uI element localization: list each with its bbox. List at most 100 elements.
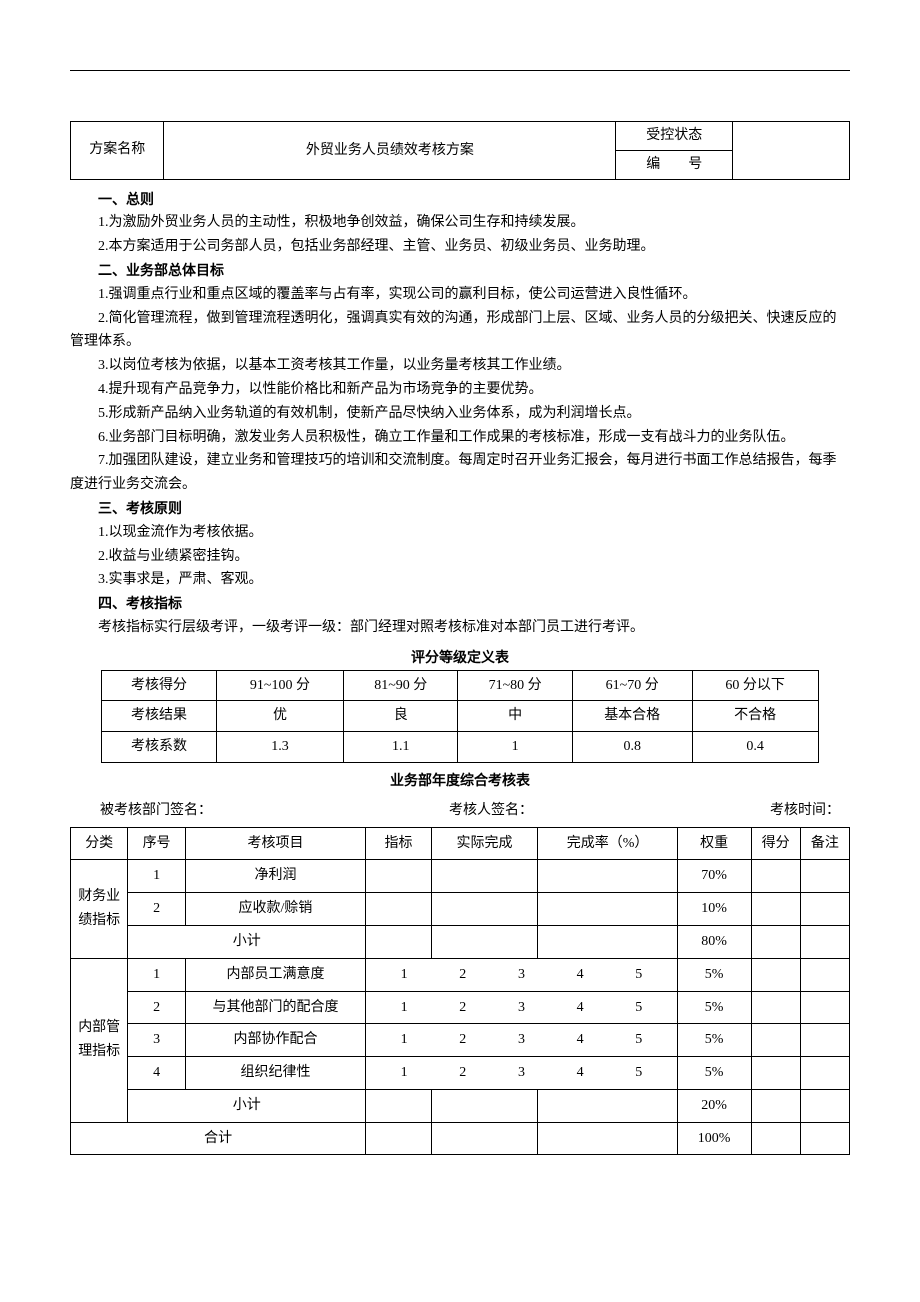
s3-p2: 2.收益与业绩紧密挂钩。: [70, 545, 850, 569]
label-control-status: 受控状态: [616, 122, 733, 151]
rate-cell: [538, 925, 677, 958]
remark-cell: [800, 958, 849, 991]
item: 与其他部门的配合度: [185, 991, 365, 1024]
scale-cell: 1 2 3 4 5: [366, 1024, 678, 1057]
scale-val: 3: [494, 996, 549, 1020]
grade-cell: 1: [458, 732, 572, 763]
actual-cell: [431, 1122, 538, 1155]
indicator-cell: [366, 860, 432, 893]
score-cell: [751, 958, 800, 991]
remark-cell: [800, 1089, 849, 1122]
scale-val: 3: [494, 963, 549, 987]
s2-p4: 4.提升现有产品竞争力，以性能价格比和新产品为市场竞争的主要优势。: [70, 378, 850, 402]
s3-p3: 3.实事求是，严肃、客观。: [70, 568, 850, 592]
scale-val: 4: [553, 996, 608, 1020]
actual-cell: [431, 860, 538, 893]
annual-header-row: 分类 序号 考核项目 指标 实际完成 完成率（%） 权重 得分 备注: [71, 827, 850, 860]
s2-p6: 6.业务部门目标明确，激发业务人员积极性，确立工作量和工作成果的考核标准，形成一…: [70, 426, 850, 450]
table-row: 财务业绩指标 1 净利润 70%: [71, 860, 850, 893]
score-cell: [751, 860, 800, 893]
grade-cell: 基本合格: [572, 701, 692, 732]
grade-row-score-label: 考核得分: [102, 670, 217, 701]
item: 组织纪律性: [185, 1057, 365, 1090]
scale-val: 1: [377, 996, 432, 1020]
s2-p1: 1.强调重点行业和重点区域的覆盖率与占有率，实现公司的赢利目标，使公司运营进入良…: [70, 283, 850, 307]
subtotal-label: 小计: [128, 925, 366, 958]
grade-cell: 优: [216, 701, 343, 732]
section-1-title: 一、总则: [70, 188, 850, 212]
scale-val: 5: [611, 1028, 666, 1052]
indicator-cell: [366, 925, 432, 958]
scale-val: 4: [553, 1061, 608, 1085]
table-row: 内部管理指标 1 内部员工满意度 1 2 3 4 5 5%: [71, 958, 850, 991]
s2-p3: 3.以岗位考核为依据，以基本工资考核其工作量，以业务量考核其工作业绩。: [70, 354, 850, 378]
weight: 5%: [677, 1057, 751, 1090]
grade-cell: 中: [458, 701, 572, 732]
scale-cell: 1 2 3 4 5: [366, 1057, 678, 1090]
grade-cell: 1.1: [344, 732, 458, 763]
actual-cell: [431, 893, 538, 926]
table-row: 3 内部协作配合 1 2 3 4 5 5%: [71, 1024, 850, 1057]
table-row-subtotal: 小计 80%: [71, 925, 850, 958]
grade-cell: 0.8: [572, 732, 692, 763]
hdr-item: 考核项目: [185, 827, 365, 860]
item: 内部员工满意度: [185, 958, 365, 991]
weight: 100%: [677, 1122, 751, 1155]
grade-cell: 91~100 分: [216, 670, 343, 701]
indicator-cell: [366, 1122, 432, 1155]
scale-cell: 1 2 3 4 5: [366, 991, 678, 1024]
weight: 70%: [677, 860, 751, 893]
hdr-indicator: 指标: [366, 827, 432, 860]
rate-cell: [538, 893, 677, 926]
top-rule: [70, 70, 850, 71]
scale-cell: 1 2 3 4 5: [366, 958, 678, 991]
cat2-label: 内部管理指标: [71, 958, 128, 1122]
remark-cell: [800, 991, 849, 1024]
actual-cell: [431, 925, 538, 958]
hdr-category: 分类: [71, 827, 128, 860]
remark-cell: [800, 1122, 849, 1155]
table-row: 4 组织纪律性 1 2 3 4 5 5%: [71, 1057, 850, 1090]
grade-cell: 61~70 分: [572, 670, 692, 701]
s2-p5: 5.形成新产品纳入业务轨道的有效机制，使新产品尽快纳入业务体系，成为利润增长点。: [70, 402, 850, 426]
section-3-title: 三、考核原则: [70, 497, 850, 521]
table-row-total: 合计 100%: [71, 1122, 850, 1155]
grade-row-result: 考核结果 优 良 中 基本合格 不合格: [102, 701, 819, 732]
score-cell: [751, 1122, 800, 1155]
grade-row-score: 考核得分 91~100 分 81~90 分 71~80 分 61~70 分 60…: [102, 670, 819, 701]
scale-val: 3: [494, 1028, 549, 1052]
page-container: 方案名称 外贸业务人员绩效考核方案 受控状态 编 号 一、总则 1.为激励外贸业…: [0, 0, 920, 1215]
control-status-value: [733, 122, 850, 180]
grade-row-coef: 考核系数 1.3 1.1 1 0.8 0.4: [102, 732, 819, 763]
seq: 1: [128, 860, 185, 893]
remark-cell: [800, 925, 849, 958]
scale-val: 4: [553, 1028, 608, 1052]
weight: 5%: [677, 958, 751, 991]
seq: 3: [128, 1024, 185, 1057]
weight: 10%: [677, 893, 751, 926]
header-table: 方案名称 外贸业务人员绩效考核方案 受控状态 编 号: [70, 121, 850, 180]
annual-table-title: 业务部年度综合考核表: [70, 769, 850, 793]
cat1-label: 财务业绩指标: [71, 860, 128, 958]
scale-val: 1: [377, 1061, 432, 1085]
hdr-score: 得分: [751, 827, 800, 860]
seq: 2: [128, 991, 185, 1024]
scale-val: 1: [377, 963, 432, 987]
hdr-weight: 权重: [677, 827, 751, 860]
scale-val: 2: [435, 996, 490, 1020]
hdr-remark: 备注: [800, 827, 849, 860]
hdr-seq: 序号: [128, 827, 185, 860]
weight: 80%: [677, 925, 751, 958]
s1-p1: 1.为激励外贸业务人员的主动性，积极地争创效益，确保公司生存和持续发展。: [70, 211, 850, 235]
scale-val: 2: [435, 1028, 490, 1052]
grade-cell: 良: [344, 701, 458, 732]
s2-p2: 2.简化管理流程，做到管理流程透明化，强调真实有效的沟通，形成部门上层、区域、业…: [70, 307, 850, 355]
sig-assessor: 考核人签名：: [449, 799, 533, 823]
scale-val: 1: [377, 1028, 432, 1052]
scale-val: 5: [611, 996, 666, 1020]
total-label: 合计: [71, 1122, 366, 1155]
grade-cell: 不合格: [692, 701, 818, 732]
score-cell: [751, 1057, 800, 1090]
scale-val: 4: [553, 963, 608, 987]
remark-cell: [800, 860, 849, 893]
